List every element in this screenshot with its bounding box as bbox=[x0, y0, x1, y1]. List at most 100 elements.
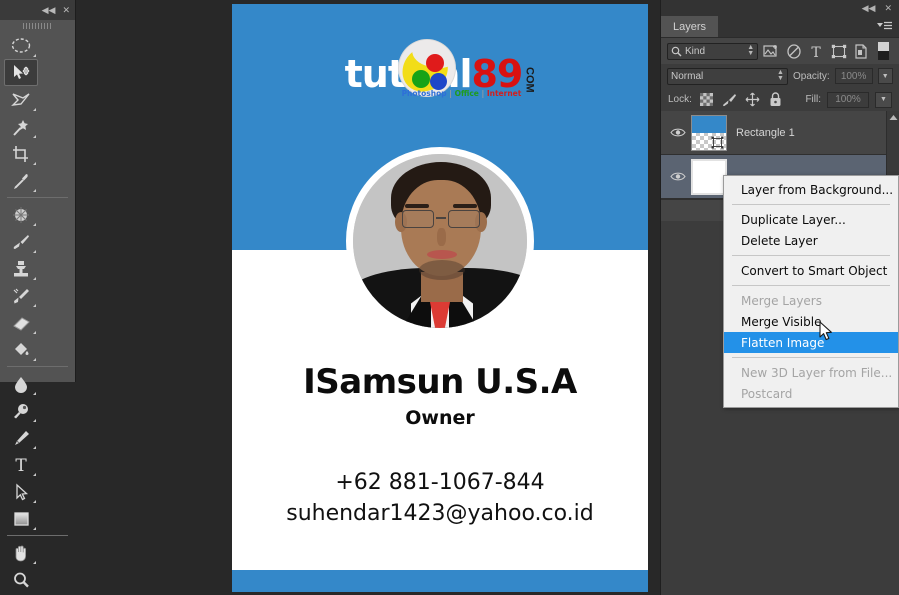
hand-tool[interactable] bbox=[4, 539, 38, 566]
menu-item-flatten-image[interactable]: Flatten Image bbox=[724, 332, 898, 353]
layers-close-icon[interactable]: ✕ bbox=[884, 3, 892, 13]
blend-mode-row: Normal ▲ ▼ Opacity: 100% ▼ bbox=[661, 64, 899, 88]
tagline-sep-2: | bbox=[478, 89, 487, 98]
filter-kind-label: Kind bbox=[685, 45, 706, 57]
card-name: ISamsun U.S.A bbox=[303, 362, 577, 402]
card-footer-band bbox=[232, 570, 648, 592]
blur-tool[interactable] bbox=[4, 370, 38, 397]
menu-item-merge-layers: Merge Layers bbox=[741, 293, 822, 308]
path-selection-tool[interactable] bbox=[4, 478, 38, 505]
opacity-value[interactable]: 100% bbox=[834, 68, 873, 84]
tool-grid: T bbox=[0, 32, 75, 593]
opacity-dropdown-icon[interactable]: ▼ bbox=[877, 68, 893, 84]
menu-separator bbox=[732, 255, 890, 256]
paint-bucket-tool[interactable] bbox=[4, 336, 38, 363]
menu-item-layer-from-background[interactable]: Layer from Background... bbox=[724, 179, 898, 200]
card-email: suhendar1423@yahoo.co.id bbox=[286, 501, 594, 526]
shape-filter-icon[interactable] bbox=[830, 42, 848, 60]
card-phone: +62 881-1067-844 bbox=[335, 470, 545, 495]
blend-mode-value: Normal bbox=[671, 70, 704, 82]
svg-text:T: T bbox=[812, 45, 822, 59]
fill-dropdown-icon[interactable]: ▼ bbox=[875, 91, 892, 108]
tagline-internet: Internet bbox=[486, 89, 522, 98]
search-icon bbox=[671, 46, 682, 56]
layer-thumbnail-background[interactable] bbox=[691, 158, 727, 195]
lock-position-icon[interactable] bbox=[744, 92, 761, 108]
logo-mark-icon bbox=[398, 40, 455, 96]
tools-collapse-icon[interactable]: ◀◀ bbox=[42, 5, 56, 15]
spot-healing-brush-tool[interactable] bbox=[4, 201, 38, 228]
rectangle-tool[interactable] bbox=[4, 505, 38, 532]
crop-tool[interactable] bbox=[4, 140, 38, 167]
layers-collapse-icon[interactable]: ◀◀ bbox=[862, 3, 876, 13]
tools-panel-grip[interactable] bbox=[0, 20, 75, 32]
move-tool[interactable] bbox=[4, 59, 38, 86]
business-card-document[interactable]: tut rial 89 COM Photoshop | Office | Int… bbox=[232, 4, 648, 592]
menu-separator bbox=[732, 204, 890, 205]
menu-item-duplicate-layer[interactable]: Duplicate Layer... bbox=[724, 209, 898, 230]
portrait-photo bbox=[346, 147, 534, 335]
zoom-tool[interactable] bbox=[4, 566, 38, 593]
logo-text-com: COM bbox=[523, 67, 536, 93]
card-logo: tut rial 89 COM Photoshop | Office | Int… bbox=[232, 40, 648, 98]
tagline-photoshop: Photoshop bbox=[401, 89, 447, 98]
menu-separator bbox=[732, 357, 890, 358]
eyedropper-tool[interactable] bbox=[4, 167, 38, 194]
pen-tool[interactable] bbox=[4, 424, 38, 451]
tools-panel: ◀◀ ✕ T bbox=[0, 0, 76, 587]
svg-text:T: T bbox=[15, 456, 27, 474]
tab-layers[interactable]: Layers bbox=[661, 16, 719, 37]
layers-tab-row: Layers bbox=[661, 16, 899, 38]
type-tool[interactable]: T bbox=[4, 451, 38, 478]
clone-stamp-tool[interactable] bbox=[4, 255, 38, 282]
layer-visibility-icon[interactable] bbox=[665, 171, 691, 182]
layer-row-rectangle-1[interactable]: Rectangle 1 bbox=[661, 111, 899, 155]
lock-transparent-pixels-icon[interactable] bbox=[698, 92, 715, 108]
scroll-up-arrow-icon[interactable] bbox=[887, 111, 899, 123]
filter-kind-select[interactable]: Kind ▲ ▼ bbox=[667, 42, 759, 60]
menu-item-new-3d-layer-from-file: New 3D Layer from File... bbox=[741, 365, 893, 380]
lasso-tool[interactable] bbox=[4, 86, 38, 113]
magic-wand-tool[interactable] bbox=[4, 113, 38, 140]
blend-mode-select[interactable]: Normal ▲ ▼ bbox=[667, 67, 788, 85]
tool-separator bbox=[7, 366, 68, 367]
menu-item-convert-to-smart-object[interactable]: Convert to Smart Object bbox=[724, 260, 898, 281]
blend-chevron-icon: ▲ ▼ bbox=[777, 69, 784, 82]
pixel-filter-icon[interactable] bbox=[762, 42, 780, 60]
eraser-tool[interactable] bbox=[4, 309, 38, 336]
history-brush-tool[interactable] bbox=[4, 282, 38, 309]
layers-panel-topbar: ◀◀ ✕ bbox=[661, 0, 899, 16]
adjustment-filter-icon[interactable] bbox=[785, 42, 803, 60]
logo-tagline: Photoshop | Office | Internet bbox=[402, 89, 522, 98]
smart-object-filter-icon[interactable] bbox=[852, 42, 870, 60]
tools-panel-titlebar: ◀◀ ✕ bbox=[0, 0, 75, 20]
layer-visibility-icon[interactable] bbox=[665, 127, 691, 138]
menu-separator bbox=[732, 285, 890, 286]
tagline-sep-1: | bbox=[446, 89, 455, 98]
menu-item-delete-layer[interactable]: Delete Layer bbox=[724, 230, 898, 251]
brush-tool[interactable] bbox=[4, 228, 38, 255]
filter-toggle-switch[interactable] bbox=[875, 42, 893, 60]
layer-thumbnail-rectangle-1[interactable] bbox=[691, 114, 727, 151]
opacity-label: Opacity: bbox=[792, 70, 830, 82]
lock-row: Lock: Fill: 100% ▼ bbox=[661, 88, 899, 111]
dodge-tool[interactable] bbox=[4, 397, 38, 424]
lock-all-icon[interactable] bbox=[767, 92, 784, 108]
chevron-updown-icon: ▲ ▼ bbox=[747, 44, 755, 57]
lock-label: Lock: bbox=[668, 94, 692, 105]
tools-close-icon[interactable]: ✕ bbox=[62, 5, 70, 15]
menu-item-postcard: Postcard bbox=[741, 386, 793, 401]
fill-value[interactable]: 100% bbox=[827, 91, 869, 108]
layer-context-menu[interactable]: Layer from Background... Duplicate Layer… bbox=[723, 175, 899, 408]
elliptical-marquee-tool[interactable] bbox=[4, 32, 38, 59]
card-role: Owner bbox=[405, 407, 475, 429]
lock-image-pixels-icon[interactable] bbox=[721, 92, 738, 108]
logo-text-tut: tut bbox=[344, 52, 406, 96]
layer-name-rectangle-1: Rectangle 1 bbox=[736, 126, 795, 139]
tool-separator bbox=[7, 535, 68, 536]
layer-filter-row: Kind ▲ ▼ T bbox=[661, 38, 899, 64]
tagline-office: Office bbox=[454, 89, 479, 98]
menu-item-merge-visible[interactable]: Merge Visible bbox=[724, 311, 898, 332]
panel-menu-icon[interactable] bbox=[877, 21, 893, 35]
type-filter-icon[interactable]: T bbox=[807, 42, 825, 60]
